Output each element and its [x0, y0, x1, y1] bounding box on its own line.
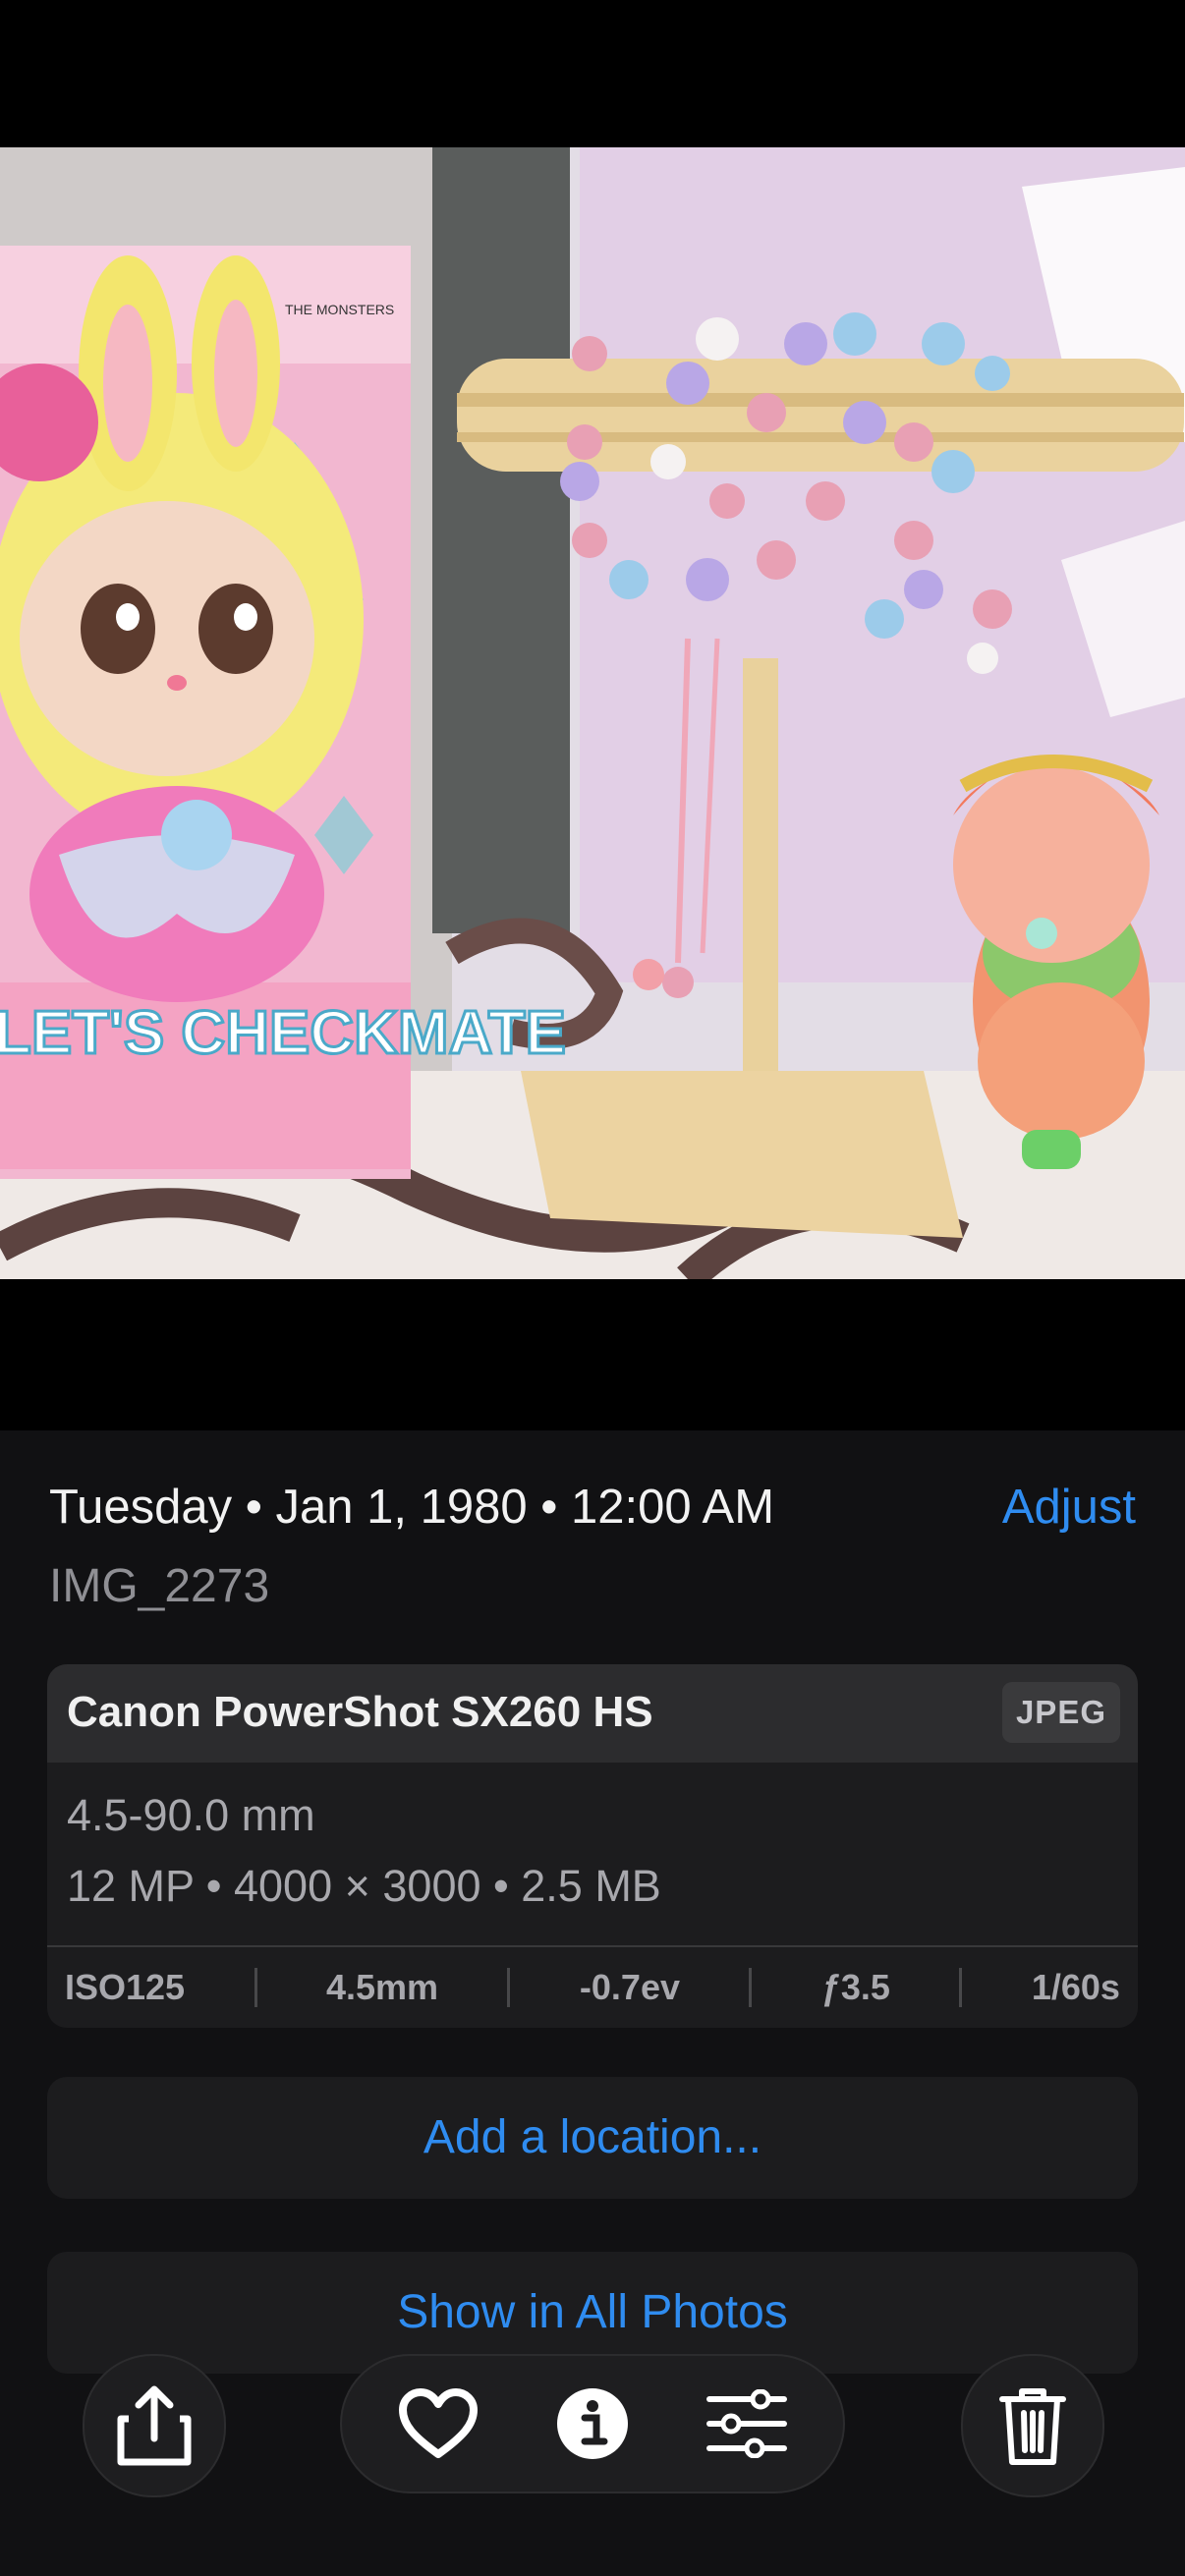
photo-date-time: Tuesday • Jan 1, 1980 • 12:00 AM — [49, 1481, 775, 1534]
exif-separator — [749, 1968, 753, 2007]
exif-exposure-value: -0.7ev — [579, 1967, 680, 2007]
exif-row: ISO125 4.5mm -0.7ev ƒ3.5 1/60s — [47, 1947, 1138, 2028]
info-button[interactable] — [538, 2370, 647, 2478]
sliders-icon — [705, 2389, 787, 2458]
delete-button[interactable] — [961, 2354, 1104, 2497]
image-specs: 12 MP • 4000 × 3000 • 2.5 MB — [67, 1861, 661, 1911]
share-icon — [117, 2385, 192, 2466]
exif-separator — [507, 1968, 511, 2007]
exif-focal-length: 4.5mm — [325, 1967, 439, 2007]
share-button[interactable] — [83, 2354, 226, 2497]
photo-actions-group — [340, 2354, 845, 2493]
edit-button[interactable] — [693, 2370, 801, 2478]
exif-separator — [959, 1968, 963, 2007]
box-title: LET'S CHECKMATE — [0, 999, 566, 1067]
camera-model: Canon PowerShot SX260 HS — [67, 1688, 653, 1736]
favorite-button[interactable] — [384, 2370, 492, 2478]
trash-icon — [999, 2388, 1066, 2465]
camera-info-card: Canon PowerShot SX260 HS JPEG 4.5-90.0 m… — [47, 1664, 1138, 2028]
photo-viewer[interactable]: LET'S CHECKMATE THE MONSTERS — [0, 147, 1185, 1279]
exif-iso: ISO125 — [65, 1967, 186, 2007]
lens-info: 4.5-90.0 mm — [67, 1790, 315, 1840]
exif-shutter-speed: 1/60s — [1031, 1967, 1120, 2007]
camera-card-header: Canon PowerShot SX260 HS JPEG — [47, 1664, 1138, 1763]
photo-filename: IMG_2273 — [49, 1560, 270, 1612]
info-icon — [556, 2388, 628, 2459]
format-badge: JPEG — [1001, 1682, 1120, 1743]
box-brand: THE MONSTERS — [285, 302, 394, 317]
exif-aperture: ƒ3.5 — [820, 1967, 890, 2007]
adjust-date-button[interactable]: Adjust — [1002, 1480, 1136, 1535]
heart-icon — [399, 2388, 479, 2458]
add-location-button[interactable]: Add a location... — [47, 2077, 1138, 2199]
exif-separator — [254, 1968, 257, 2007]
